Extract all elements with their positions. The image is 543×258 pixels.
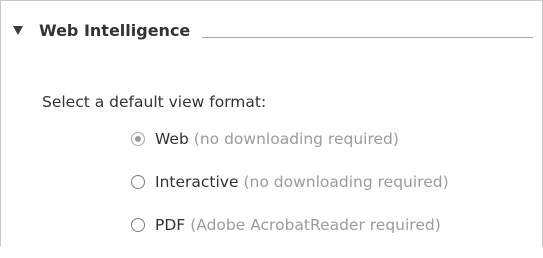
option-label: PDF xyxy=(155,216,186,234)
view-format-option-pdf[interactable]: PDF (Adobe AcrobatReader required) xyxy=(131,215,449,235)
radio-pdf[interactable] xyxy=(131,218,145,232)
radio-web[interactable] xyxy=(131,132,145,146)
view-format-radio-group: Web (no downloading required) Interactiv… xyxy=(131,129,449,258)
option-label: Interactive xyxy=(155,173,239,191)
view-format-option-web[interactable]: Web (no downloading required) xyxy=(131,129,449,149)
option-label: Web xyxy=(155,130,189,148)
radio-interactive[interactable] xyxy=(131,175,145,189)
section-title: Web Intelligence xyxy=(39,20,191,40)
header-divider xyxy=(202,36,533,38)
section-header: Web Intelligence xyxy=(13,19,533,41)
view-format-option-interactive[interactable]: Interactive (no downloading required) xyxy=(131,172,449,192)
triangle-down-icon[interactable] xyxy=(13,25,31,35)
option-note: (no downloading required) xyxy=(243,173,449,191)
option-note: (no downloading required) xyxy=(193,130,399,148)
option-note: (Adobe AcrobatReader required) xyxy=(190,216,441,234)
view-format-prompt: Select a default view format: xyxy=(42,93,267,111)
web-intelligence-panel: Web Intelligence Select a default view f… xyxy=(0,0,543,246)
